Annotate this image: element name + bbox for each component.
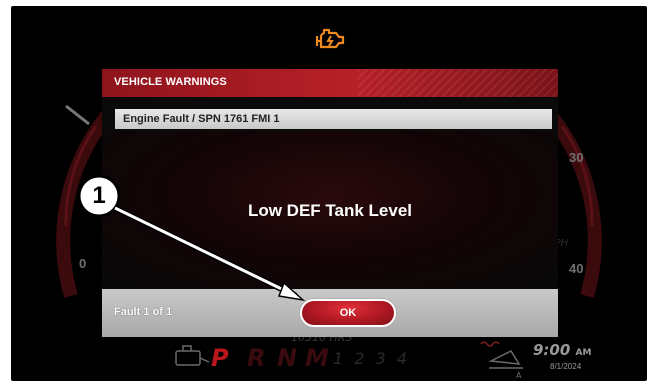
check-engine-icon bbox=[315, 28, 345, 49]
dialog-footer: Fault 1 of 1 OK bbox=[102, 289, 558, 337]
ok-button[interactable]: OK bbox=[300, 299, 396, 327]
def-fluid-icon bbox=[175, 345, 210, 366]
dialog-title: VEHICLE WARNINGS bbox=[114, 76, 227, 88]
right-gauge-tick: 30 bbox=[569, 150, 584, 165]
fault-code-bar: Engine Fault / SPN 1761 FMI 1 bbox=[115, 109, 552, 129]
dialog-header: VEHICLE WARNINGS bbox=[102, 69, 558, 97]
gear-park: P bbox=[211, 344, 229, 372]
gear-selector: P R N M 1 2 3 4 bbox=[211, 344, 471, 374]
svg-text:A: A bbox=[516, 371, 522, 380]
gear-manual: M bbox=[305, 344, 329, 372]
warning-message: Low DEF Tank Level bbox=[247, 201, 413, 220]
right-gauge-tick: 40 bbox=[569, 261, 584, 276]
callout-number: 1 bbox=[92, 182, 106, 209]
dialog-body: Low DEF Tank Level bbox=[102, 131, 558, 289]
clock: 9:00 AM bbox=[533, 341, 591, 359]
date: 8/1/2024 bbox=[550, 362, 582, 371]
clock-ampm: AM bbox=[575, 348, 592, 358]
clock-time: 9:00 bbox=[533, 341, 571, 359]
gear-numbers: 1 2 3 4 bbox=[333, 349, 410, 368]
trailer-tilt-icon bbox=[488, 350, 523, 369]
fault-code: Engine Fault / SPN 1761 FMI 1 bbox=[123, 113, 280, 125]
vehicle-warnings-dialog: VEHICLE WARNINGS Engine Fault / SPN 1761… bbox=[102, 69, 558, 337]
gear-reverse: R bbox=[247, 344, 266, 372]
left-gauge-tick: 0 bbox=[79, 256, 87, 271]
gear-neutral: N bbox=[277, 344, 298, 372]
fault-count: Fault 1 of 1 bbox=[114, 306, 173, 318]
